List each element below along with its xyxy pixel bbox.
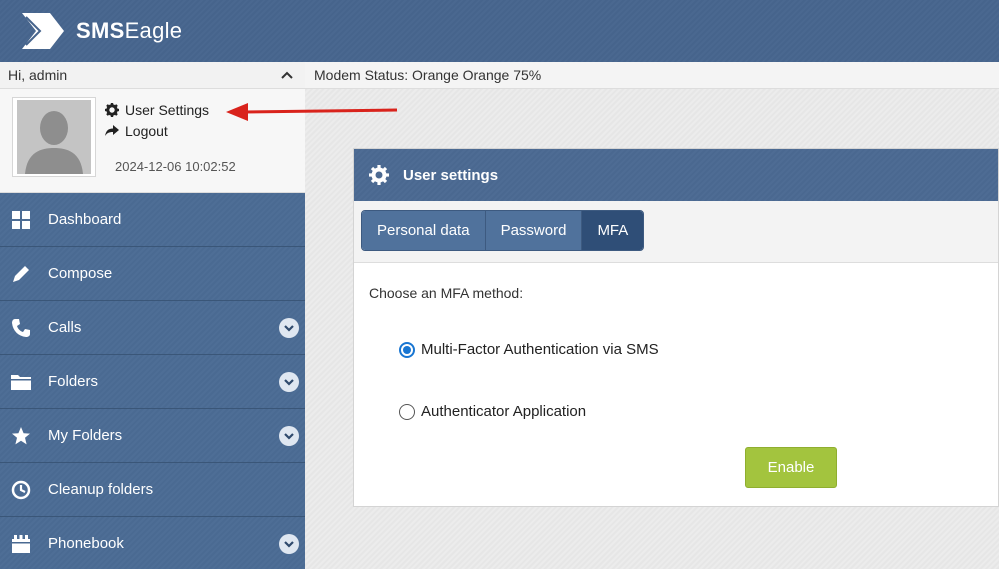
mfa-form: Choose an MFA method: [354,285,998,301]
logo-text: SMSEagle [76,18,183,43]
user-silhouette-icon [17,100,91,174]
greeting-text: Hi, admin [8,67,68,83]
star-icon [10,425,32,447]
radio-authenticator-label: Authenticator Application [421,403,587,420]
user-settings-panel: User settings Personal data Password MFA… [353,148,999,507]
sidebar-item-label: Cleanup folders [48,481,154,498]
modem-status-text: Modem Status: Orange Orange 75% [314,67,542,83]
sidebar-item-dashboard[interactable]: Dashboard [0,193,305,247]
sidebar-item-label: Phonebook [48,535,124,552]
dashboard-icon [10,209,32,231]
tab-password[interactable]: Password [485,211,583,250]
mfa-prompt: Choose an MFA method: [369,285,524,301]
folder-icon [10,371,32,393]
logo[interactable]: SMSEagle [20,11,182,51]
user-settings-link[interactable]: User Settings [105,99,209,120]
red-arrow-annotation [226,103,398,121]
eagle-logo-icon [22,13,64,49]
tab-personal-data[interactable]: Personal data [362,211,486,250]
sidebar-item-label: Compose [48,265,113,282]
gear-icon [105,102,119,117]
profile-links: User Settings Logout [105,99,209,141]
radio-authenticator[interactable] [399,403,415,420]
phone-icon [10,317,32,339]
avatar [12,97,96,177]
logout-link[interactable]: Logout [105,120,209,141]
pencil-icon [10,263,32,285]
sidebar-item-label: Folders [48,373,99,390]
panel-header: User settings [354,149,998,201]
clock-icon [10,479,32,501]
chevron-up-icon[interactable] [281,71,293,79]
phonebook-icon [10,533,32,555]
sidebar-item-label: Dashboard [48,211,122,228]
sidebar-item-my-folders[interactable]: My Folders [0,409,305,463]
radio-sms-label: Multi-Factor Authentication via SMS [421,341,659,358]
sidebar-item-calls[interactable]: Calls [0,301,305,355]
share-arrow-icon [105,124,119,136]
tab-mfa[interactable]: MFA [582,211,644,250]
sidebar-item-folders[interactable]: Folders [0,355,305,409]
panel-title: User settings [403,166,499,184]
chevron-down-icon[interactable] [279,426,299,446]
enable-button[interactable]: Enable [745,447,837,488]
logout-label: Logout [125,122,168,139]
sidebar-item-cleanup-folders[interactable]: Cleanup folders [0,463,305,517]
tab-group: Personal data Password MFA [361,210,645,251]
sidebar-item-compose[interactable]: Compose [0,247,305,301]
top-header: SMSEagle [0,0,999,62]
chevron-down-icon[interactable] [279,318,299,338]
tabs-bar: Personal data Password MFA [354,201,998,263]
sidebar-item-label: My Folders [48,427,123,444]
radio-sms[interactable] [399,341,415,358]
user-greeting-bar[interactable]: Hi, admin [0,62,305,89]
gear-icon [369,165,389,185]
modem-status-bar: Modem Status: Orange Orange 75% [305,62,999,89]
radio-option-sms[interactable]: Multi-Factor Authentication via SMS [399,341,659,358]
radio-option-authenticator[interactable]: Authenticator Application [399,403,586,420]
sidebar-item-phonebook[interactable]: Phonebook [0,517,305,569]
sidebar-item-label: Calls [48,319,82,336]
user-settings-label: User Settings [125,101,210,118]
login-timestamp: 2024-12-06 10:02:52 [115,159,236,174]
sidebar: Hi, admin User Settings Logout 2024-12-0… [0,62,305,569]
chevron-down-icon[interactable] [279,534,299,554]
chevron-down-icon[interactable] [279,372,299,392]
